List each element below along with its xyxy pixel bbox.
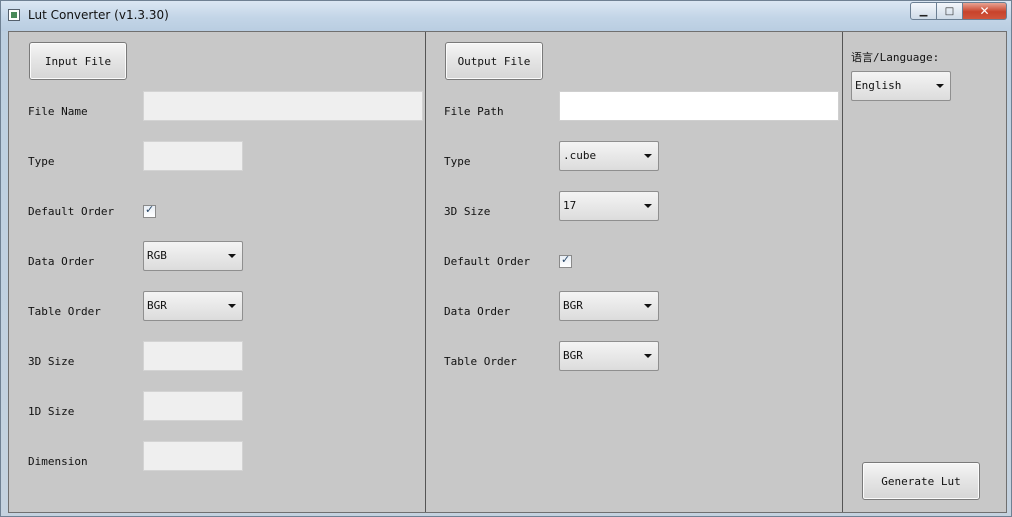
- output-default-order-checkbox[interactable]: ✓: [559, 253, 572, 268]
- output-file-path-field[interactable]: [559, 91, 839, 121]
- input-type-label: Type: [28, 155, 55, 168]
- output-3d-size-select[interactable]: 17: [559, 191, 659, 221]
- output-data-order-select[interactable]: BGR: [559, 291, 659, 321]
- chevron-down-icon: [644, 304, 652, 308]
- title-bar[interactable]: Lut Converter (v1.3.30) ▁ □ ✕: [1, 1, 1011, 31]
- input-file-name-field[interactable]: [143, 91, 423, 121]
- output-3d-size-label: 3D Size: [444, 205, 491, 218]
- output-data-order-value: BGR: [563, 299, 583, 312]
- close-button[interactable]: ✕: [963, 2, 1007, 20]
- language-value: English: [855, 79, 902, 92]
- input-1d-size-label: 1D Size: [28, 405, 75, 418]
- chevron-down-icon: [644, 154, 652, 158]
- chevron-down-icon: [936, 84, 944, 88]
- window-controls: ▁ □ ✕: [910, 2, 1007, 21]
- output-type-label: Type: [444, 155, 471, 168]
- panel-divider-right: [842, 32, 843, 512]
- language-select[interactable]: English: [851, 71, 951, 101]
- output-type-value: .cube: [563, 149, 597, 162]
- input-data-order-label: Data Order: [28, 255, 95, 268]
- output-3d-size-value: 17: [563, 199, 577, 212]
- checkmark-icon: ✓: [145, 203, 155, 216]
- output-file-path-label: File Path: [444, 105, 504, 118]
- input-default-order-checkbox[interactable]: ✓: [143, 203, 156, 218]
- output-data-order-label: Data Order: [444, 305, 511, 318]
- lut-converter-window: Lut Converter (v1.3.30) ▁ □ ✕ Input File…: [0, 0, 1012, 517]
- input-table-order-select[interactable]: BGR: [143, 291, 243, 321]
- input-default-order-label: Default Order: [28, 205, 115, 218]
- generate-lut-button[interactable]: Generate Lut: [862, 462, 980, 500]
- input-3d-size-label: 3D Size: [28, 355, 75, 368]
- output-default-order-label: Default Order: [444, 255, 531, 268]
- checkmark-icon: ✓: [561, 253, 571, 266]
- app-icon: [8, 9, 20, 21]
- chevron-down-icon: [228, 254, 236, 258]
- chevron-down-icon: [644, 354, 652, 358]
- chevron-down-icon: [228, 304, 236, 308]
- chevron-down-icon: [644, 204, 652, 208]
- output-table-order-value: BGR: [563, 349, 583, 362]
- minimize-button[interactable]: ▁: [910, 2, 937, 20]
- input-data-order-select[interactable]: RGB: [143, 241, 243, 271]
- input-table-order-value: BGR: [147, 299, 167, 312]
- output-table-order-select[interactable]: BGR: [559, 341, 659, 371]
- language-label: 语言/Language:: [851, 51, 940, 64]
- input-file-button[interactable]: Input File: [29, 42, 127, 80]
- window-title: Lut Converter (v1.3.30): [28, 8, 169, 22]
- input-file-name-label: File Name: [28, 105, 88, 118]
- input-dimension-field[interactable]: [143, 441, 243, 471]
- input-1d-size-field[interactable]: [143, 391, 243, 421]
- output-table-order-label: Table Order: [444, 355, 517, 368]
- input-data-order-value: RGB: [147, 249, 167, 262]
- input-table-order-label: Table Order: [28, 305, 101, 318]
- input-3d-size-field[interactable]: [143, 341, 243, 371]
- input-dimension-label: Dimension: [28, 455, 88, 468]
- input-type-field[interactable]: [143, 141, 243, 171]
- output-type-select[interactable]: .cube: [559, 141, 659, 171]
- maximize-button[interactable]: □: [937, 2, 963, 20]
- panel-divider-left: [425, 32, 426, 512]
- main-panel: Input File File Name Type Default Order …: [8, 31, 1007, 513]
- output-file-button[interactable]: Output File: [445, 42, 543, 80]
